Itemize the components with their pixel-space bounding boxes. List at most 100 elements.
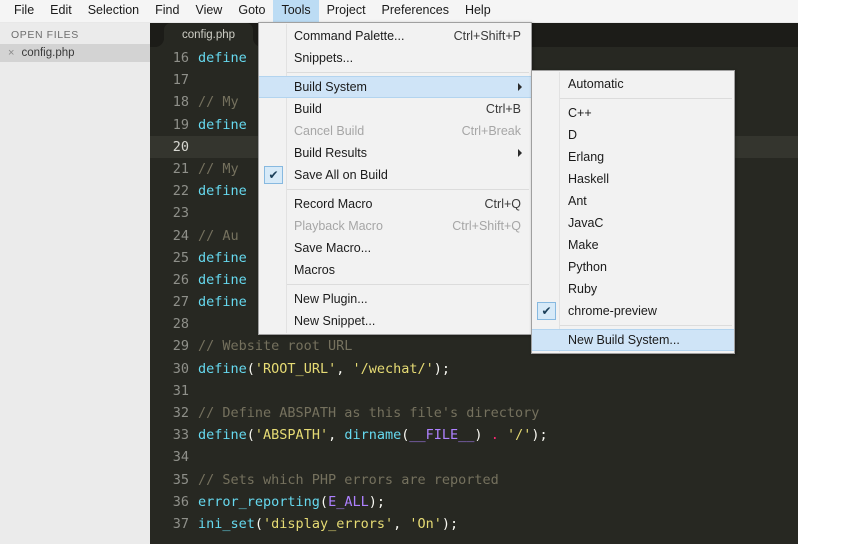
checkmark-icon: ✔ <box>537 302 556 320</box>
menu-item-label: Cancel Build <box>294 124 365 138</box>
code-token: // My <box>198 94 239 111</box>
code-token: ) <box>474 427 491 444</box>
line-number: 25 <box>172 249 189 266</box>
menubar-item-tools[interactable]: Tools <box>273 0 319 22</box>
build-system-item-ruby[interactable]: Ruby <box>532 278 734 300</box>
code-token: 'display_errors' <box>263 515 394 532</box>
app-root: File Edit Selection Find View Goto Tools Projec… <box>0 0 861 550</box>
menubar-item-view[interactable]: View <box>187 0 230 22</box>
tools-menu-item-macros[interactable]: Macros <box>259 259 531 281</box>
build-system-item-haskell[interactable]: Haskell <box>532 168 734 190</box>
chevron-right-icon <box>518 83 522 91</box>
menu-item-shortcut: Ctrl+Shift+P <box>453 29 521 43</box>
tools-menu-item-new-plugin[interactable]: New Plugin... <box>259 288 531 310</box>
code-token: E_ALL <box>328 493 369 510</box>
code-token: ( <box>246 360 255 377</box>
code-token: ); <box>531 427 548 444</box>
code-line-text: define <box>198 291 247 313</box>
menu-item-label: Macros <box>294 263 335 277</box>
build-system-item-c[interactable]: C++ <box>532 102 734 124</box>
tools-menu-item-command-palette[interactable]: Command Palette... Ctrl+Shift+P <box>259 25 531 47</box>
code-token: . <box>490 427 499 444</box>
line-number: 19 <box>172 116 189 133</box>
tools-menu-item-new-snippet[interactable]: New Snippet... <box>259 310 531 332</box>
line-number: 24 <box>172 227 189 244</box>
menubar-item-selection[interactable]: Selection <box>80 0 147 22</box>
code-line: 33 define('ABSPATH', dirname(__FILE__) . … <box>150 424 798 446</box>
tab-label: config.php <box>182 29 236 41</box>
code-line: 34 <box>150 446 798 468</box>
code-line: 30 define('ROOT_URL', '/wechat/'); <box>150 358 798 380</box>
tools-menu-item-build-system[interactable]: Build System <box>259 76 531 98</box>
tools-menu-item-build-results[interactable]: Build Results <box>259 142 531 164</box>
build-system-item-new-build-system[interactable]: New Build System... <box>532 329 734 351</box>
tab-config-php[interactable]: config.php <box>164 23 254 47</box>
line-number: 26 <box>172 271 189 288</box>
menu-item-label: Build Results <box>294 146 367 160</box>
build-system-item-javac[interactable]: JavaC <box>532 212 734 234</box>
code-token: define <box>198 116 247 133</box>
line-number: 32 <box>172 405 189 421</box>
tools-dropdown-menu: Command Palette... Ctrl+Shift+P Snippets..… <box>258 22 532 335</box>
line-number: 27 <box>172 294 189 311</box>
code-token: // My <box>198 160 239 177</box>
code-token: ( <box>319 493 329 510</box>
menu-item-shortcut: Ctrl+Q <box>484 197 521 211</box>
code-line: 37 ini_set('display_errors', 'On'); <box>150 513 798 535</box>
line-number: 17 <box>172 72 189 89</box>
code-token: define <box>198 294 247 311</box>
code-line-text: define <box>198 114 247 136</box>
menu-item-label: Python <box>568 260 607 274</box>
close-icon[interactable]: × <box>8 47 14 59</box>
menubar-item-find[interactable]: Find <box>147 0 187 22</box>
line-number: 33 <box>172 427 189 444</box>
menubar-item-preferences[interactable]: Preferences <box>374 0 457 22</box>
code-line-text: // Sets which PHP errors are reported <box>198 469 499 491</box>
code-line: 31 <box>150 380 798 402</box>
menu-item-label: Ruby <box>568 282 598 296</box>
code-token: ( <box>254 515 264 532</box>
code-token: ( <box>246 427 255 444</box>
code-token: // Au <box>198 227 239 244</box>
code-token: 'ROOT_URL' <box>254 360 337 377</box>
code-token: '/wechat/' <box>352 360 434 377</box>
menu-item-label: D <box>568 128 578 142</box>
build-system-item-d[interactable]: D <box>532 124 734 146</box>
build-system-item-ant[interactable]: Ant <box>532 190 734 212</box>
tools-menu-item-cancel-build: Cancel Build Ctrl+Break <box>259 120 531 142</box>
tools-menu-item-save-macro[interactable]: Save Macro... <box>259 237 531 259</box>
build-system-submenu: Automatic C++ D Erlang Haskell Ant JavaC Make Py… <box>531 70 735 354</box>
build-system-item-make[interactable]: Make <box>532 234 734 256</box>
menu-item-label: Make <box>568 238 599 252</box>
tools-menu-item-build[interactable]: Build Ctrl+B <box>259 98 531 120</box>
menubar-item-project[interactable]: Project <box>319 0 374 22</box>
menu-item-label: chrome-preview <box>568 304 657 318</box>
build-system-item-chrome-preview[interactable]: ✔ chrome-preview <box>532 300 734 322</box>
tools-menu-item-save-all-on-build[interactable]: ✔ Save All on Build <box>259 164 531 186</box>
line-number: 30 <box>172 360 189 377</box>
menu-item-shortcut: Ctrl+Break <box>461 124 521 138</box>
menubar-item-edit[interactable]: Edit <box>42 0 80 22</box>
sidebar: OPEN FILES × config.php <box>0 23 150 544</box>
menu-item-label: Ant <box>568 194 587 208</box>
menu-item-shortcut: Ctrl+Shift+Q <box>452 219 521 233</box>
tools-menu-item-record-macro[interactable]: Record Macro Ctrl+Q <box>259 193 531 215</box>
code-line-text: // Au <box>198 225 239 247</box>
code-line-text: // Website root URL <box>198 335 352 357</box>
sidebar-item-config-php[interactable]: × config.php <box>0 44 150 62</box>
code-token: // Define ABSPATH as this file's directo… <box>198 405 540 421</box>
tools-menu-item-snippets[interactable]: Snippets... <box>259 47 531 69</box>
code-token: // Website root URL <box>198 338 353 355</box>
code-token: dirname <box>344 427 402 444</box>
code-line-text: define <box>198 269 247 291</box>
menubar-item-goto[interactable]: Goto <box>230 0 273 22</box>
checkmark-icon: ✔ <box>264 166 283 184</box>
code-token: define <box>198 183 247 200</box>
build-system-item-erlang[interactable]: Erlang <box>532 146 734 168</box>
menubar-item-help[interactable]: Help <box>457 0 499 22</box>
menubar-item-file[interactable]: File <box>6 0 42 22</box>
build-system-item-automatic[interactable]: Automatic <box>532 73 734 95</box>
build-system-item-python[interactable]: Python <box>532 256 734 278</box>
code-token: define <box>198 427 247 444</box>
code-token: define <box>198 360 247 377</box>
